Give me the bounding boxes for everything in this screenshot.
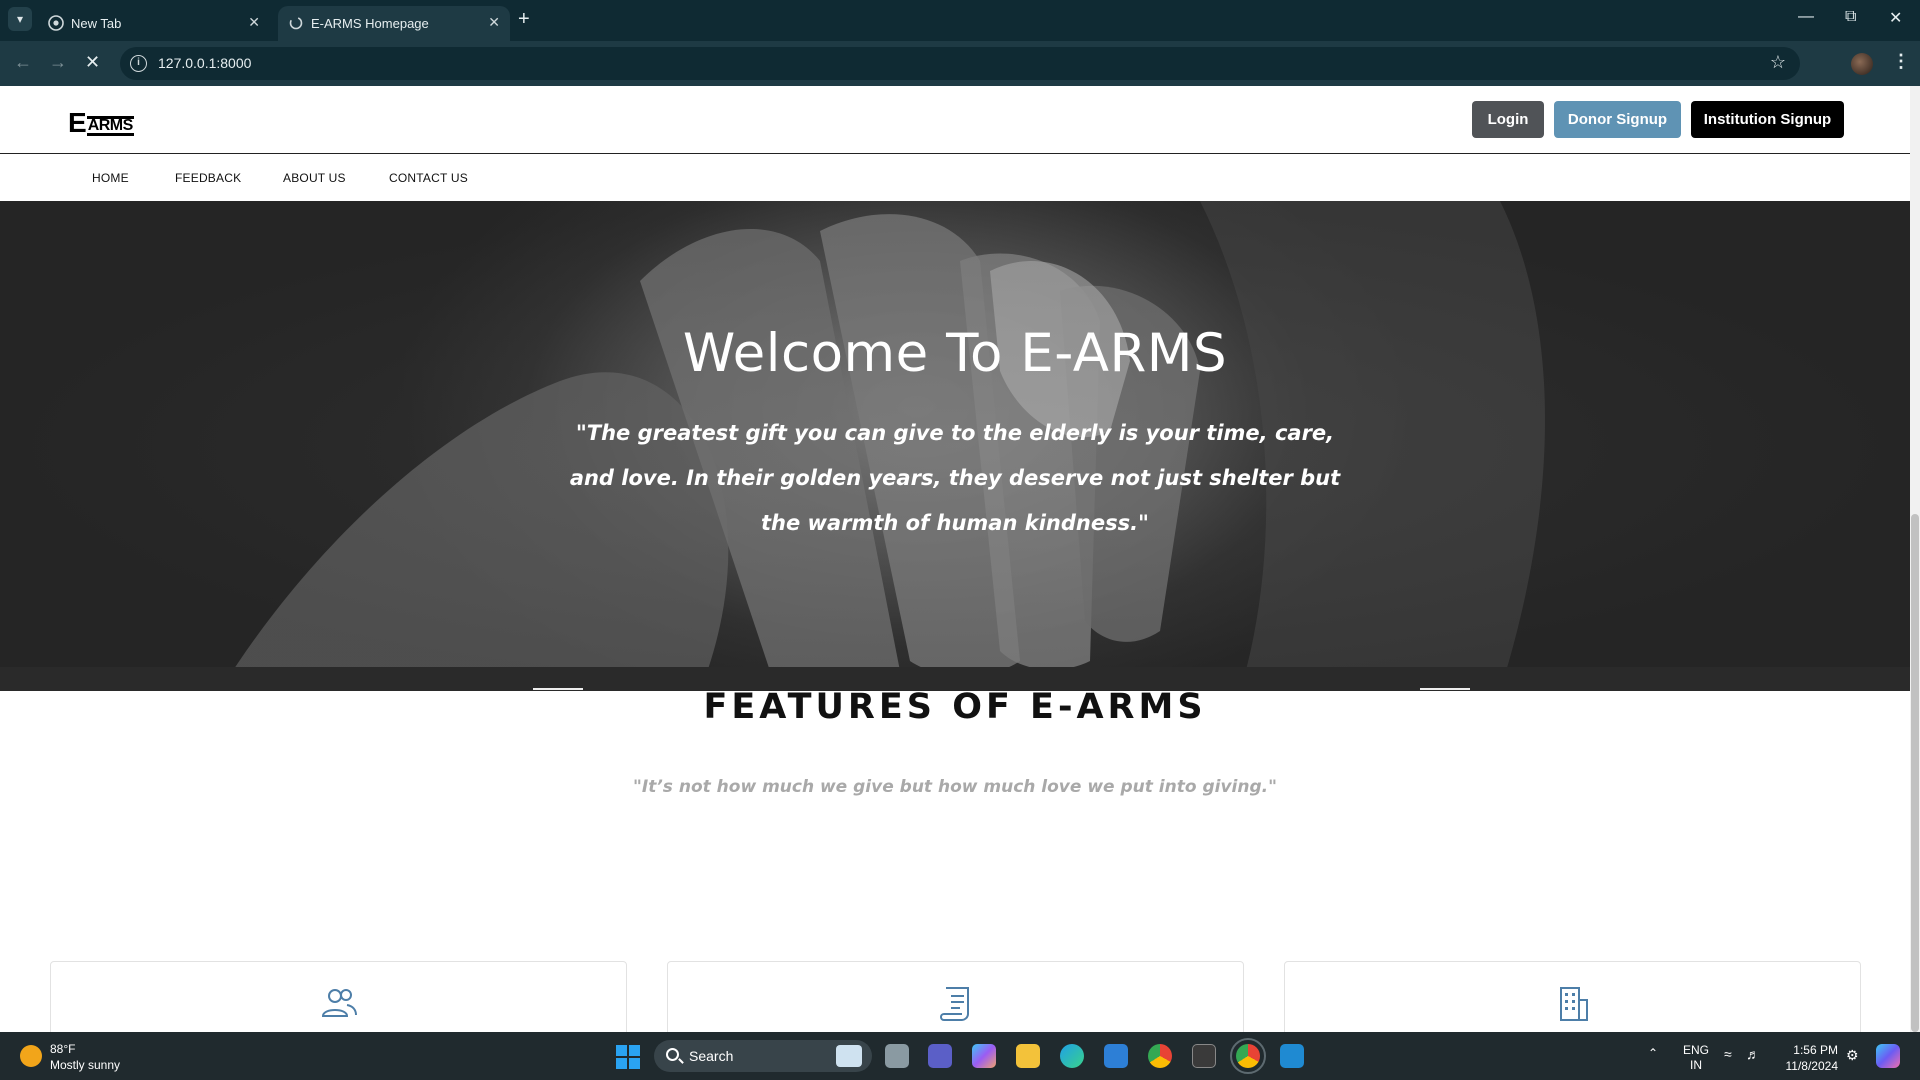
task-view-icon[interactable] [885, 1044, 909, 1068]
building-icon [1559, 987, 1588, 1021]
edge-icon[interactable] [1060, 1044, 1084, 1068]
close-tab-icon[interactable]: ✕ [488, 14, 500, 31]
store-icon[interactable] [1104, 1044, 1128, 1068]
close-window-icon[interactable]: ✕ [1889, 8, 1902, 28]
terminal-icon[interactable] [1192, 1044, 1216, 1068]
earms-logo[interactable]: EARMS [68, 109, 134, 137]
address-toolbar: ← → ✕ i 127.0.0.1:8000 ☆ [0, 41, 1920, 86]
vscode-icon[interactable] [1280, 1044, 1304, 1068]
users-icon [321, 989, 357, 1017]
features-heading: FEATURES OF E-ARMS [703, 687, 1207, 727]
restore-icon[interactable]: ⧉ [1845, 8, 1856, 26]
tab-title: E-ARMS Homepage [311, 16, 429, 31]
hero-banner: Welcome To E-ARMS "The greatest gift you… [0, 201, 1910, 691]
feature-card[interactable] [50, 961, 627, 1032]
teams-icon[interactable] [928, 1044, 952, 1068]
volume-icon[interactable]: ♬ [1746, 1046, 1760, 1062]
main-nav: HOME FEEDBACK ABOUT US CONTACT US [0, 155, 1910, 201]
site-info-icon[interactable]: i [130, 55, 147, 72]
address-bar[interactable]: i 127.0.0.1:8000 ☆ [120, 47, 1800, 80]
taskbar-search[interactable]: Search [654, 1040, 872, 1072]
bookmark-star-icon[interactable]: ☆ [1770, 52, 1786, 73]
show-hidden-icons-icon[interactable]: ⌃ [1648, 1046, 1658, 1060]
profile-avatar[interactable] [1851, 53, 1873, 75]
close-tab-icon[interactable]: ✕ [248, 14, 260, 31]
input-language[interactable]: ENG IN [1683, 1043, 1709, 1073]
hero-title: Welcome To E-ARMS [682, 323, 1228, 384]
chrome-icon [48, 15, 64, 31]
nav-home[interactable]: HOME [92, 171, 129, 185]
notification-bell-icon[interactable]: ⚙ [1846, 1047, 1859, 1064]
nav-contact-us[interactable]: CONTACT US [389, 171, 468, 185]
back-icon[interactable]: ← [14, 52, 32, 73]
browser-tab-strip: ▾ New Tab ✕ E-ARMS Homepage ✕ + — ⧉ ✕ [0, 0, 1920, 41]
new-tab-button[interactable]: + [518, 8, 530, 31]
weather-temperature[interactable]: 88°F [50, 1042, 75, 1056]
tab-title: New Tab [71, 16, 122, 31]
feature-card[interactable] [1284, 961, 1861, 1032]
tab-search-dropdown[interactable]: ▾ [8, 7, 32, 31]
nav-about-us[interactable]: ABOUT US [283, 171, 346, 185]
tab-new-tab[interactable]: New Tab ✕ [38, 6, 270, 41]
tab-earms-homepage[interactable]: E-ARMS Homepage ✕ [278, 6, 510, 41]
forward-icon[interactable]: → [49, 52, 67, 73]
nav-feedback[interactable]: FEEDBACK [175, 171, 241, 185]
site-header: EARMS Login Donor Signup Institution Sig… [0, 86, 1910, 154]
system-clock[interactable]: 1:56 PM 11/8/2024 [1776, 1042, 1839, 1074]
search-icon [666, 1048, 679, 1061]
scroll-icon [939, 987, 969, 1021]
windows-start-icon[interactable] [616, 1045, 640, 1069]
browser-menu-icon[interactable]: ⋮ [1892, 51, 1910, 72]
features-subtitle: "It’s not how much we give but how much … [633, 777, 1277, 797]
webpage: EARMS Login Donor Signup Institution Sig… [0, 86, 1910, 1032]
stop-loading-icon[interactable]: ✕ [85, 52, 100, 73]
donor-signup-button[interactable]: Donor Signup [1554, 101, 1681, 138]
file-explorer-icon[interactable] [1016, 1044, 1040, 1068]
minimize-icon[interactable]: — [1798, 8, 1814, 26]
search-highlight-icon [836, 1045, 862, 1067]
hero-quote: "The greatest gift you can give to the e… [569, 421, 1341, 535]
institution-signup-button[interactable]: Institution Signup [1691, 101, 1844, 138]
weather-sun-icon[interactable] [20, 1045, 42, 1067]
scrollbar-thumb[interactable] [1911, 514, 1919, 1032]
copilot-app-icon[interactable] [972, 1044, 996, 1068]
weather-condition[interactable]: Mostly sunny [50, 1058, 120, 1072]
copilot-icon[interactable] [1876, 1044, 1900, 1068]
url-text: 127.0.0.1:8000 [158, 55, 252, 71]
chrome-active-icon[interactable] [1230, 1038, 1266, 1074]
login-button[interactable]: Login [1472, 101, 1544, 138]
loading-icon [289, 16, 303, 30]
feature-card[interactable] [667, 961, 1244, 1032]
chrome-taskbar-icon[interactable] [1148, 1044, 1172, 1068]
windows-taskbar: 88°F Mostly sunny Search ⌃ ENG IN ≈ ♬ 1:… [0, 1032, 1920, 1080]
wifi-icon[interactable]: ≈ [1724, 1046, 1732, 1062]
